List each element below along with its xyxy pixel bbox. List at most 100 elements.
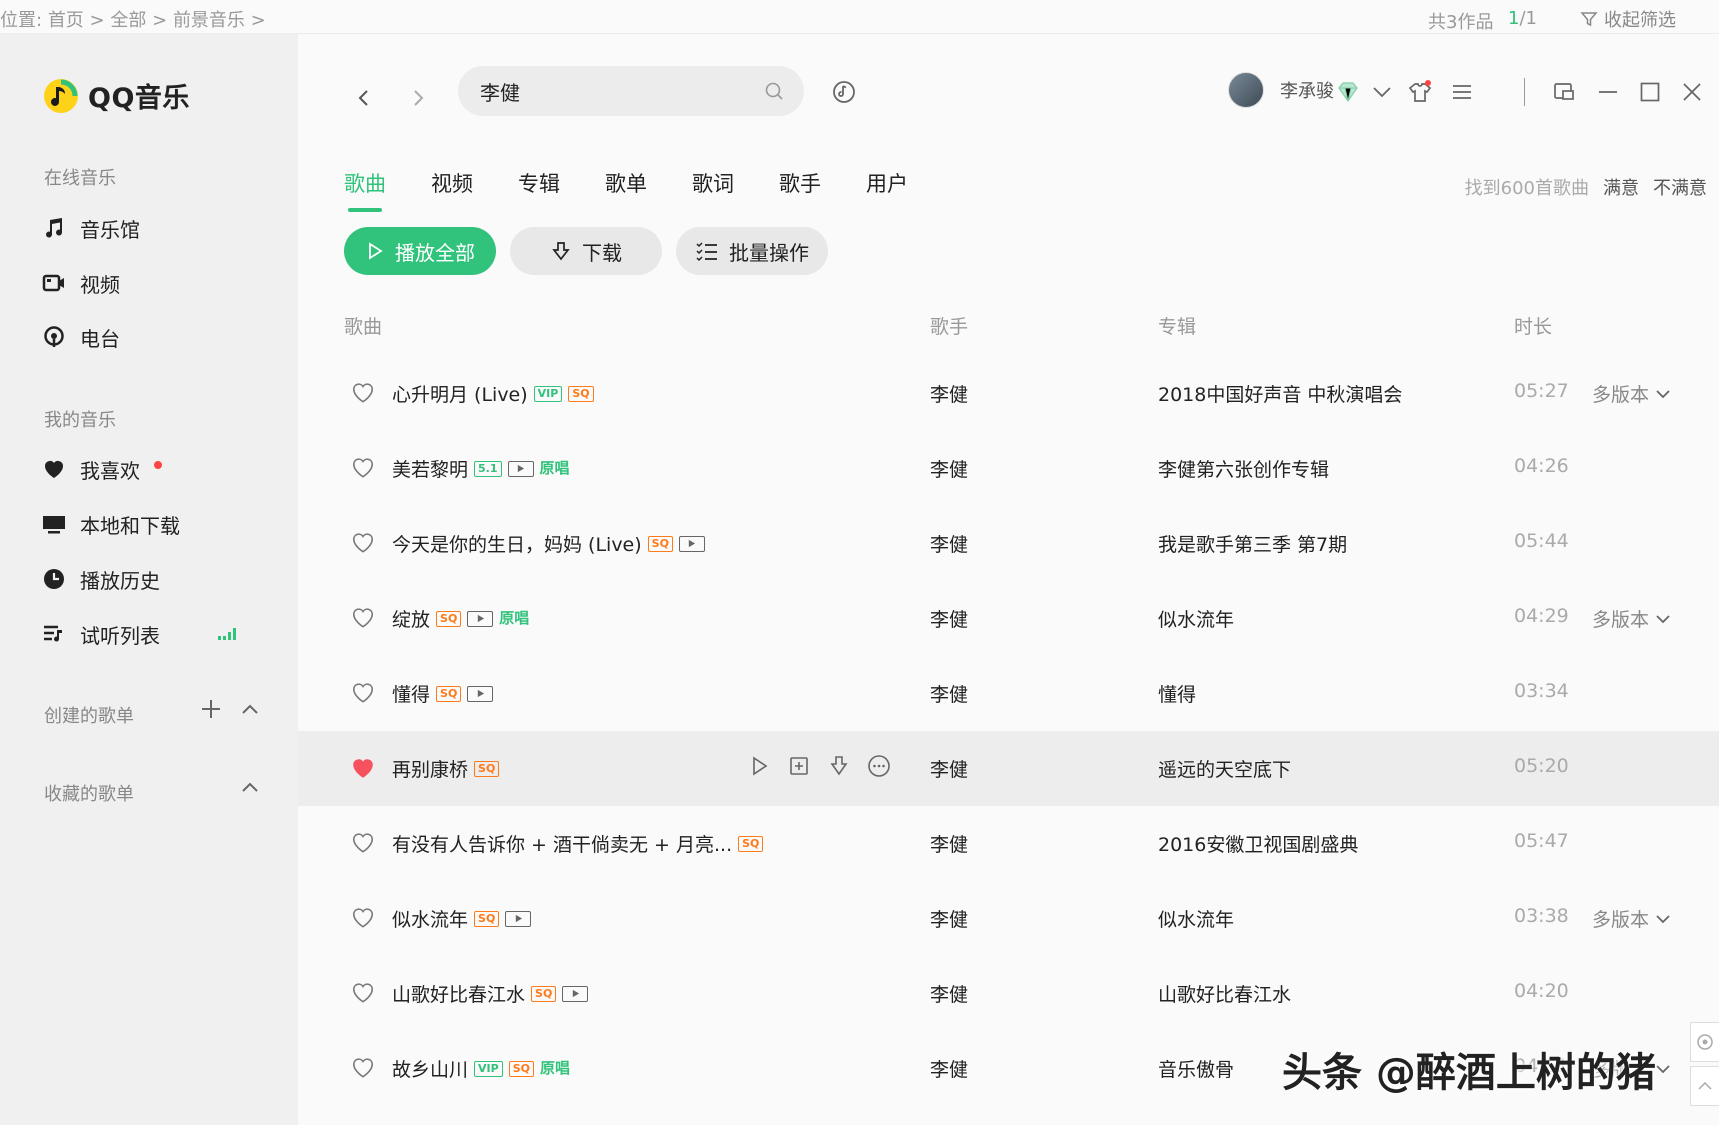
song-album[interactable]: 似水流年: [1158, 605, 1234, 632]
song-album[interactable]: 李健第六张创作专辑: [1158, 455, 1329, 482]
mini-mode-icon[interactable]: [1548, 76, 1580, 108]
search-box[interactable]: [458, 66, 804, 116]
column-song[interactable]: 歌曲: [344, 312, 382, 339]
user-menu-chevron-down-icon[interactable]: [1366, 76, 1398, 108]
skin-shirt-icon[interactable]: [1404, 76, 1436, 108]
song-artist[interactable]: 李健: [930, 605, 968, 632]
song-album[interactable]: 2018中国好声音 中秋演唱会: [1158, 380, 1402, 407]
satisfied-button[interactable]: 满意: [1603, 174, 1639, 200]
heart-icon[interactable]: [350, 980, 376, 1006]
song-title[interactable]: 今天是你的生日，妈妈 (Live): [392, 530, 642, 557]
mv-badge[interactable]: [467, 685, 494, 702]
download-button[interactable]: 下载: [510, 227, 662, 275]
song-artist[interactable]: 李健: [930, 455, 968, 482]
heart-icon[interactable]: [350, 830, 376, 856]
song-artist[interactable]: 李健: [930, 980, 968, 1007]
listen-recognize-button[interactable]: [828, 76, 860, 108]
song-title[interactable]: 心升明月 (Live): [392, 380, 528, 407]
table-row[interactable]: 山歌好比春江水 SQ 李健 山歌好比春江水 04:20: [298, 956, 1719, 1031]
song-artist[interactable]: 李健: [930, 1055, 968, 1082]
song-album[interactable]: 山歌好比春江水: [1158, 980, 1291, 1007]
table-row[interactable]: 懂得 SQ 李健 懂得 03:34: [298, 656, 1719, 731]
heart-icon[interactable]: [350, 905, 376, 931]
row-more-icon[interactable]: [866, 753, 892, 779]
table-row[interactable]: 心升明月 (Live) VIP SQ 李健 2018中国好声音 中秋演唱会 05:27 多版…: [298, 356, 1719, 431]
tab-videos[interactable]: 视频: [431, 168, 473, 212]
heart-icon[interactable]: [350, 455, 376, 481]
collapse-created-chevron-icon[interactable]: [240, 700, 260, 724]
row-add-icon[interactable]: [786, 753, 812, 779]
song-album[interactable]: 遥远的天空底下: [1158, 755, 1291, 782]
table-row[interactable]: 有没有人告诉你 + 酒干倘卖无 + 月亮... SQ 李健 2016安徽卫视国剧盛典 0…: [298, 806, 1719, 881]
user-name[interactable]: 李承骏: [1280, 77, 1334, 103]
collapse-collected-chevron-icon[interactable]: [240, 778, 260, 802]
mv-badge[interactable]: [507, 460, 534, 477]
song-title[interactable]: 似水流年: [392, 905, 468, 932]
heart-icon[interactable]: [350, 1055, 376, 1081]
user-profile[interactable]: 李承骏: [1228, 72, 1334, 108]
mv-badge[interactable]: [467, 610, 494, 627]
sidebar-item-local-download[interactable]: 本地和下载: [40, 504, 270, 544]
song-title[interactable]: 故乡山川: [392, 1055, 468, 1082]
minimize-icon[interactable]: [1592, 76, 1624, 108]
sidebar-item-history[interactable]: 播放历史: [40, 559, 270, 599]
song-title[interactable]: 美若黎明: [392, 455, 468, 482]
avatar[interactable]: [1228, 72, 1264, 108]
locate-current-button[interactable]: [1690, 1022, 1719, 1062]
row-download-icon[interactable]: [826, 753, 852, 779]
add-playlist-icon[interactable]: [200, 698, 222, 724]
tab-singers[interactable]: 歌手: [779, 168, 821, 212]
forward-button[interactable]: [398, 78, 438, 118]
close-icon[interactable]: [1676, 76, 1708, 108]
multi-version-button[interactable]: 多版本: [1592, 380, 1671, 407]
unsatisfied-button[interactable]: 不满意: [1653, 174, 1707, 200]
sidebar-item-music-hall[interactable]: 音乐馆: [40, 208, 270, 248]
main-menu-hamburger-icon[interactable]: [1446, 76, 1478, 108]
column-artist[interactable]: 歌手: [930, 312, 968, 339]
table-row[interactable]: 美若黎明 5.1 原唱 李健 李健第六张创作专辑 04:26: [298, 431, 1719, 506]
collapse-filter-button[interactable]: 收起筛选: [1580, 6, 1676, 32]
back-to-top-button[interactable]: [1690, 1066, 1719, 1106]
heart-icon[interactable]: [350, 755, 376, 781]
heart-icon[interactable]: [350, 530, 376, 556]
song-artist[interactable]: 李健: [930, 830, 968, 857]
table-row[interactable]: 今天是你的生日，妈妈 (Live) SQ 李健 我是歌手第三季 第7期 05:44: [298, 506, 1719, 581]
play-all-button[interactable]: 播放全部: [344, 227, 496, 275]
song-artist[interactable]: 李健: [930, 530, 968, 557]
row-play-icon[interactable]: [746, 753, 772, 779]
heart-icon[interactable]: [350, 380, 376, 406]
song-album[interactable]: 懂得: [1158, 680, 1196, 707]
batch-operation-button[interactable]: 批量操作: [676, 227, 828, 275]
search-input[interactable]: [480, 79, 764, 103]
mv-badge[interactable]: [678, 535, 705, 552]
song-album[interactable]: 音乐傲骨: [1158, 1055, 1234, 1082]
breadcrumb-all[interactable]: 全部: [110, 10, 146, 31]
heart-icon[interactable]: [350, 680, 376, 706]
multi-version-button[interactable]: 多版本: [1592, 605, 1671, 632]
table-row[interactable]: 再别康桥 SQ 李健 遥远的天空底下 05:20: [298, 731, 1719, 806]
column-duration[interactable]: 时长: [1514, 312, 1552, 339]
breadcrumb-home[interactable]: 首页: [48, 10, 84, 31]
heart-icon[interactable]: [350, 605, 376, 631]
song-artist[interactable]: 李健: [930, 905, 968, 932]
sidebar-item-video[interactable]: 视频: [40, 263, 270, 303]
breadcrumb-category[interactable]: 前景音乐: [173, 10, 245, 31]
song-album[interactable]: 我是歌手第三季 第7期: [1158, 530, 1347, 557]
song-title[interactable]: 再别康桥: [392, 755, 468, 782]
song-title[interactable]: 山歌好比春江水: [392, 980, 525, 1007]
search-icon[interactable]: [764, 81, 784, 101]
song-album[interactable]: 似水流年: [1158, 905, 1234, 932]
table-row[interactable]: 绽放 SQ 原唱 李健 似水流年 04:29 多版本: [298, 581, 1719, 656]
back-button[interactable]: [344, 78, 384, 118]
maximize-icon[interactable]: [1634, 76, 1666, 108]
song-title[interactable]: 绽放: [392, 605, 430, 632]
tab-songs[interactable]: 歌曲: [344, 168, 386, 212]
song-artist[interactable]: 李健: [930, 380, 968, 407]
table-row[interactable]: 似水流年 SQ 李健 似水流年 03:38 多版本: [298, 881, 1719, 956]
sidebar-item-radio[interactable]: 电台: [40, 317, 270, 357]
sidebar-item-trial-list[interactable]: 试听列表: [40, 614, 270, 654]
column-album[interactable]: 专辑: [1158, 312, 1196, 339]
app-logo[interactable]: QQ音乐: [42, 76, 190, 115]
tab-albums[interactable]: 专辑: [518, 168, 560, 212]
song-artist[interactable]: 李健: [930, 680, 968, 707]
